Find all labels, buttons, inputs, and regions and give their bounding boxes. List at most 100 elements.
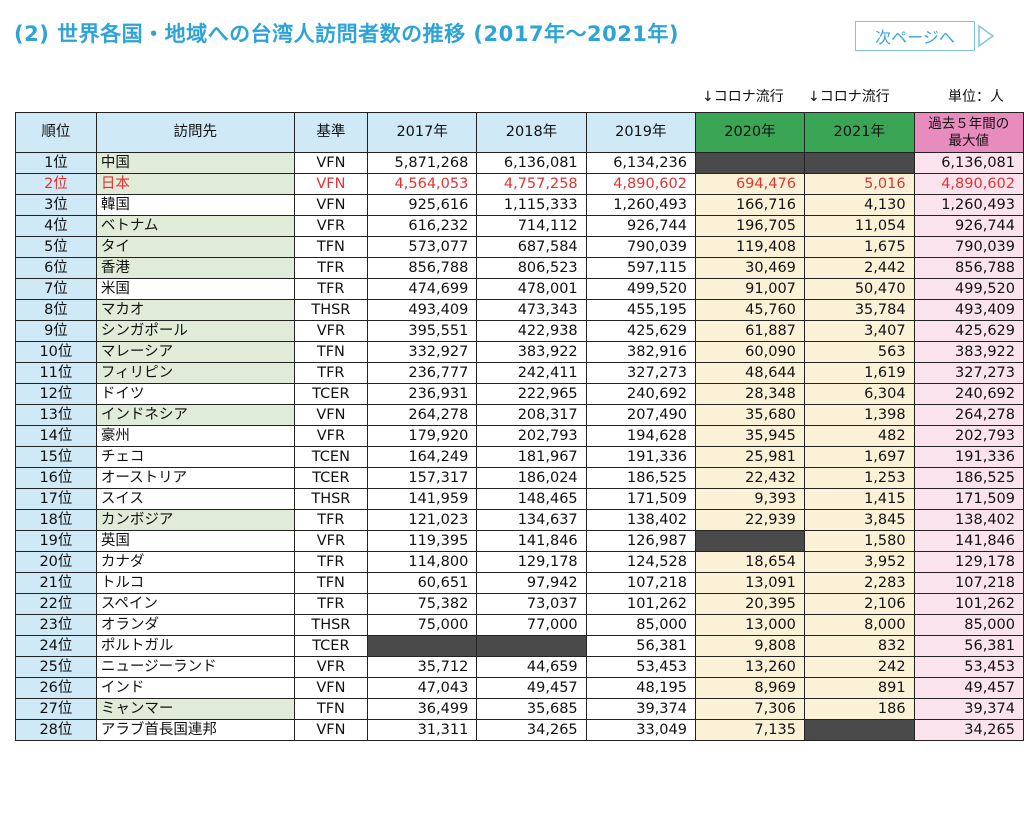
cell-basis: VFN — [293, 404, 369, 426]
cell-2021: 4,130 — [803, 194, 915, 216]
triangle-right-icon[interactable] — [977, 24, 995, 48]
cell-2019: 790,039 — [585, 236, 696, 258]
cell-2018: 77,000 — [476, 614, 587, 636]
cell-2018: 1,115,333 — [476, 194, 587, 216]
cell-2018: 141,846 — [476, 530, 587, 552]
cell-max: 493,409 — [913, 299, 1024, 321]
cell-destination: オーストリア — [95, 467, 295, 489]
cell-destination: 豪州 — [95, 425, 295, 447]
cell-destination: 中国 — [95, 152, 295, 174]
next-page-label[interactable]: 次ページへ — [855, 21, 975, 51]
cell-destination: ニュージーランド — [95, 656, 295, 678]
cell-2017: 31,311 — [366, 719, 478, 741]
cell-rank: 17位 — [15, 488, 97, 510]
cell-2021: 186 — [803, 698, 915, 720]
table-row: 24位 ポルトガル TCER 56,381 9,808 832 56,381 — [15, 635, 1024, 657]
cell-2021: 1,398 — [803, 404, 915, 426]
cell-2021: 3,407 — [803, 320, 915, 342]
cell-max: 327,273 — [913, 362, 1024, 384]
cell-rank: 27位 — [15, 698, 97, 720]
cell-2019: 327,273 — [585, 362, 696, 384]
table-row: 8位 マカオ THSR 493,409 473,343 455,195 45,760 35,7… — [15, 299, 1024, 321]
cell-2019: 207,490 — [585, 404, 696, 426]
cell-max: 264,278 — [913, 404, 1024, 426]
next-page-button[interactable]: 次ページへ — [855, 21, 997, 51]
cell-2017: 925,616 — [366, 194, 478, 216]
table-row: 1位 中国 VFN 5,871,268 6,136,081 6,134,236 6,136,… — [15, 152, 1024, 174]
table-row: 6位 香港 TFR 856,788 806,523 597,115 30,469 2,442 8… — [15, 257, 1024, 279]
cell-rank: 4位 — [15, 215, 97, 237]
cell-2017: 164,249 — [366, 446, 478, 468]
cell-basis: TFN — [293, 572, 369, 594]
cell-2019: 171,509 — [585, 488, 696, 510]
table-row: 12位 ドイツ TCER 236,931 222,965 240,692 28,348 6,3… — [15, 383, 1024, 405]
cell-2021: 3,952 — [803, 551, 915, 573]
cell-basis: TFR — [293, 278, 369, 300]
cell-2017: 157,317 — [366, 467, 478, 489]
cell-2018: 478,001 — [476, 278, 587, 300]
cell-destination: 韓国 — [95, 194, 295, 216]
cell-rank: 16位 — [15, 467, 97, 489]
cell-rank: 15位 — [15, 446, 97, 468]
cell-2017: 60,651 — [366, 572, 478, 594]
cell-2021: 8,000 — [803, 614, 915, 636]
cell-2019: 240,692 — [585, 383, 696, 405]
cell-2021: 832 — [803, 635, 915, 657]
cell-2019: 39,374 — [585, 698, 696, 720]
cell-2017: 36,499 — [366, 698, 478, 720]
cell-basis: VFR — [293, 656, 369, 678]
cell-2020: 20,395 — [694, 593, 805, 615]
cell-max: 6,136,081 — [913, 152, 1024, 174]
table-row: 5位 タイ TFN 573,077 687,584 790,039 119,408 1,675… — [15, 236, 1024, 258]
cell-max: 171,509 — [913, 488, 1024, 510]
cell-destination: スイス — [95, 488, 295, 510]
table-row: 9位 シンガポール VFR 395,551 422,938 425,629 61,887 3,… — [15, 320, 1024, 342]
cell-2020: 18,654 — [694, 551, 805, 573]
cell-rank: 18位 — [15, 509, 97, 531]
cell-2019: 499,520 — [585, 278, 696, 300]
cell-max: 499,520 — [913, 278, 1024, 300]
table-row: 22位 スペイン TFR 75,382 73,037 101,262 20,395 2,106… — [15, 593, 1024, 615]
cell-2019: 126,987 — [585, 530, 696, 552]
header-2020: 2020年 — [694, 112, 805, 153]
cell-2018: 242,411 — [476, 362, 587, 384]
cell-max: 202,793 — [913, 425, 1024, 447]
cell-2021: 1,675 — [803, 236, 915, 258]
cell-2018: 473,343 — [476, 299, 587, 321]
cell-rank: 24位 — [15, 635, 97, 657]
cell-2020: 9,808 — [694, 635, 805, 657]
cell-2021: 891 — [803, 677, 915, 699]
cell-max: 186,525 — [913, 467, 1024, 489]
cell-2021: 1,415 — [803, 488, 915, 510]
cell-rank: 10位 — [15, 341, 97, 363]
cell-2021: 3,845 — [803, 509, 915, 531]
cell-2017: 47,043 — [366, 677, 478, 699]
cell-2020: 13,091 — [694, 572, 805, 594]
cell-2017: 4,564,053 — [366, 173, 478, 195]
cell-2019: 85,000 — [585, 614, 696, 636]
cell-2017: 236,777 — [366, 362, 478, 384]
cell-2018 — [476, 635, 587, 657]
header-rank: 順位 — [15, 112, 97, 153]
cell-2019: 597,115 — [585, 257, 696, 279]
table-row: 20位 カナダ TFR 114,800 129,178 124,528 18,654 3,95… — [15, 551, 1024, 573]
header-destination: 訪問先 — [95, 112, 295, 153]
cell-2021: 1,619 — [803, 362, 915, 384]
cell-rank: 13位 — [15, 404, 97, 426]
cell-2018: 714,112 — [476, 215, 587, 237]
cell-2018: 806,523 — [476, 257, 587, 279]
table-header-row: 順位 訪問先 基準 2017年 2018年 2019年 2020年 2021年 … — [15, 112, 1024, 153]
cell-destination: フィリピン — [95, 362, 295, 384]
cell-rank: 7位 — [15, 278, 97, 300]
cell-2018: 148,465 — [476, 488, 587, 510]
cell-2020: 35,945 — [694, 425, 805, 447]
cell-2017: 616,232 — [366, 215, 478, 237]
cell-rank: 9位 — [15, 320, 97, 342]
cell-rank: 26位 — [15, 677, 97, 699]
cell-2020: 196,705 — [694, 215, 805, 237]
cell-destination: タイ — [95, 236, 295, 258]
cell-destination: 香港 — [95, 257, 295, 279]
cell-basis: THSR — [293, 614, 369, 636]
cell-2017: 75,000 — [366, 614, 478, 636]
cell-2017: 119,395 — [366, 530, 478, 552]
